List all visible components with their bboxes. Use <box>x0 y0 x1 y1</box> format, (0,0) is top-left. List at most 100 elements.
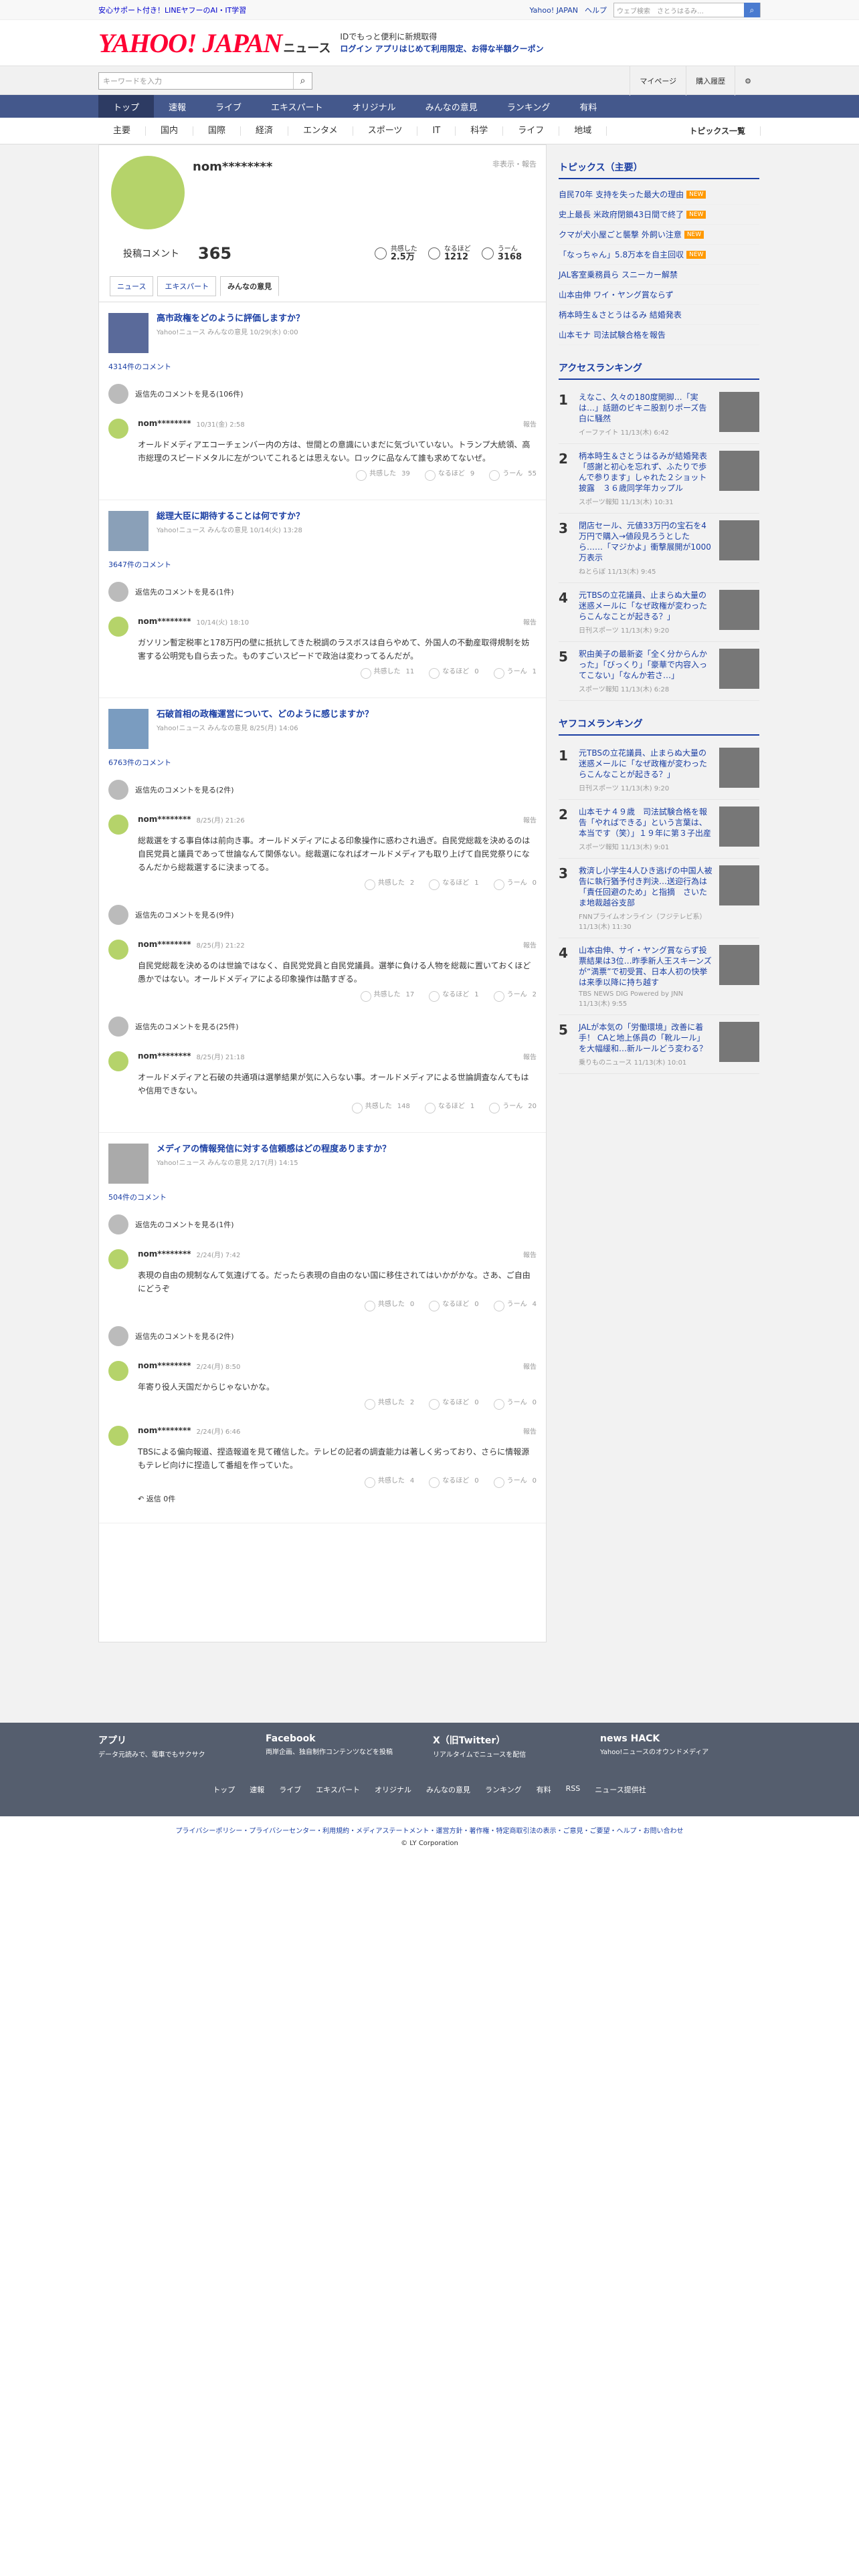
comment-author[interactable]: nom******** <box>138 1361 191 1371</box>
footer-link[interactable]: ニュース提供社 <box>595 1784 646 1795</box>
ranking-item[interactable]: 4 山本由伸、サイ・ヤング賞ならず投票結果は3位…昨季新人王スキーンズが“満票”で… <box>559 938 759 1015</box>
site-logo[interactable]: YAHOO! JAPAN ニュース <box>98 27 330 59</box>
report-link[interactable]: 報告 <box>523 1361 537 1371</box>
gnav-ranking[interactable]: ランキング <box>492 95 565 118</box>
yahoo-japan-link[interactable]: Yahoo! JAPAN <box>529 6 578 15</box>
reply-count[interactable]: ↶ 返信 0件 <box>138 1493 537 1504</box>
report-link[interactable]: 報告 <box>523 940 537 950</box>
hmm-button[interactable]: うーん 0 <box>493 1399 537 1410</box>
article-thumbnail[interactable] <box>108 709 149 749</box>
footer-link[interactable]: トップ <box>213 1784 235 1795</box>
ranking-item[interactable]: 2 山本モナ４９歳 司法試験合格を報告「やればできる」という言葉は、本当です（笑）… <box>559 800 759 859</box>
footer-link[interactable]: ライブ <box>279 1784 301 1795</box>
topic-item[interactable]: 史上最長 米政府閉鎖43日間で終了 NEW <box>559 205 759 225</box>
hide-report-link[interactable]: 非表示・報告 <box>492 158 537 169</box>
snav-item[interactable]: ライフ <box>503 126 560 136</box>
topic-item[interactable]: 山本由伸 ワイ・ヤング賞ならず <box>559 285 759 305</box>
footer-x[interactable]: X（旧Twitter） リアルタイムでニュースを配信 <box>433 1733 580 1774</box>
hmm-button[interactable]: うーん 0 <box>493 879 537 890</box>
ranking-item[interactable]: 5 釈由美子の最新姿「全く分からんかった」「びっくり」「豪華で内容入ってこない」「… <box>559 642 759 701</box>
gnav-paid[interactable]: 有料 <box>565 95 611 118</box>
insight-button[interactable]: なるほど 0 <box>429 668 479 679</box>
ranking-item[interactable]: 3 救済し小学生4人ひき逃げの中国人被告に執行猶予付き判決…送迎行為は「責任回避の… <box>559 859 759 938</box>
comment-author[interactable]: nom******** <box>138 1426 191 1436</box>
insight-button[interactable]: なるほど 0 <box>429 1399 479 1410</box>
gnav-original[interactable]: オリジナル <box>338 95 411 118</box>
report-link[interactable]: 報告 <box>523 1249 537 1259</box>
show-replies[interactable]: 返信先のコメントを見る(1件) <box>108 575 537 609</box>
footer-app[interactable]: アプリ データ元読みで、電車でもサクサク <box>98 1733 246 1774</box>
show-replies[interactable]: 返信先のコメントを見る(25件) <box>108 1010 537 1043</box>
report-link[interactable]: 報告 <box>523 815 537 825</box>
web-search[interactable]: ウェブ検索 さとうはるみ… ⌕ <box>613 3 761 17</box>
ranking-item[interactable]: 5 JALが本気の「労働環境」改善に着手！ CAと地上係員の「靴ルール」を大幅緩和… <box>559 1015 759 1074</box>
comment-author[interactable]: nom******** <box>138 815 191 825</box>
empathy-button[interactable]: 共感した 11 <box>360 668 414 679</box>
web-search-input[interactable]: ウェブ検索 さとうはるみ… <box>614 5 744 15</box>
keyword-search[interactable]: キーワードを入力 ⌕ <box>98 72 312 90</box>
empathy-button[interactable]: 共感した 39 <box>356 470 410 481</box>
article-title[interactable]: 石破首相の政権運営について、どのように感じますか？ <box>157 709 373 721</box>
report-link[interactable]: 報告 <box>523 419 537 429</box>
comment-author[interactable]: nom******** <box>138 940 191 950</box>
article-thumbnail[interactable] <box>108 1144 149 1184</box>
insight-button[interactable]: なるほど 9 <box>424 470 474 481</box>
comment-count-link[interactable]: 3647件のコメント <box>108 559 537 570</box>
snav-item[interactable]: 主要 <box>98 126 147 136</box>
promo-line1[interactable]: IDでもっと便利に新規取得 <box>340 31 543 43</box>
help-link[interactable]: ヘルプ <box>585 5 607 15</box>
insight-button[interactable]: なるほど 0 <box>429 1301 479 1311</box>
report-link[interactable]: 報告 <box>523 617 537 627</box>
empathy-button[interactable]: 共感した 2 <box>364 1399 414 1410</box>
snav-item[interactable]: エンタメ <box>288 126 353 136</box>
comment-author[interactable]: nom******** <box>138 419 191 429</box>
ranking-item[interactable]: 3 閉店セール、元値33万円の宝石を4万円で購入→値段見ろうとしたら……「マジかよ… <box>559 514 759 583</box>
article-thumbnail[interactable] <box>108 313 149 353</box>
snav-item[interactable]: 経済 <box>241 126 289 136</box>
report-link[interactable]: 報告 <box>523 1051 537 1061</box>
footer-link[interactable]: ランキング <box>485 1784 522 1795</box>
show-replies[interactable]: 返信先のコメントを見る(9件) <box>108 898 537 932</box>
hmm-button[interactable]: うーん 0 <box>493 1477 537 1488</box>
comment-author[interactable]: nom******** <box>138 1051 191 1061</box>
footer-newshack[interactable]: news HACK Yahoo!ニュースのオウンドメディア <box>600 1733 747 1774</box>
article-title[interactable]: メディアの情報発信に対する信頼感はどの程度ありますか？ <box>157 1144 391 1156</box>
keyword-input[interactable]: キーワードを入力 <box>99 76 293 86</box>
insight-button[interactable]: なるほど 0 <box>429 1477 479 1488</box>
insight-button[interactable]: なるほど 1 <box>429 991 479 1002</box>
footer-policy-links[interactable]: プライバシーポリシー・プライバシーセンター・利用規約・メディアステートメント・運… <box>0 1826 859 1838</box>
hmm-button[interactable]: うーん 2 <box>493 991 537 1002</box>
empathy-button[interactable]: 共感した 148 <box>351 1103 410 1113</box>
show-replies[interactable]: 返信先のコメントを見る(106件) <box>108 377 537 411</box>
snav-item[interactable]: スポーツ <box>353 126 418 136</box>
topic-item[interactable]: 柄本時生＆さとうはるみ 結婚発表 <box>559 305 759 325</box>
hmm-button[interactable]: うーん 55 <box>489 470 537 481</box>
search-icon[interactable]: ⌕ <box>293 73 312 89</box>
report-link[interactable]: 報告 <box>523 1426 537 1436</box>
snav-item[interactable]: 科学 <box>456 126 504 136</box>
gnav-expert[interactable]: エキスパート <box>256 95 338 118</box>
show-replies[interactable]: 返信先のコメントを見る(2件) <box>108 773 537 807</box>
article-thumbnail[interactable] <box>108 511 149 551</box>
purchase-history-link[interactable]: 購入履歴 <box>686 66 735 96</box>
snav-item[interactable]: IT <box>417 126 456 136</box>
snav-item[interactable]: 国内 <box>146 126 194 136</box>
show-replies[interactable]: 返信先のコメントを見る(1件) <box>108 1208 537 1241</box>
gnav-breaking[interactable]: 速報 <box>154 95 201 118</box>
ranking-item[interactable]: 1 えなこ、久々の180度開脚…「実は…」話題のビキニ股割りポーズ告白に騒然 イーフ… <box>559 385 759 444</box>
comment-count-link[interactable]: 6763件のコメント <box>108 757 537 768</box>
gear-icon[interactable]: ⚙ <box>735 66 761 96</box>
footer-link[interactable]: オリジナル <box>375 1784 411 1795</box>
empathy-button[interactable]: 共感した 17 <box>360 991 414 1002</box>
hmm-button[interactable]: うーん 20 <box>489 1103 537 1113</box>
empathy-button[interactable]: 共感した 4 <box>364 1477 414 1488</box>
show-replies[interactable]: 返信先のコメントを見る(2件) <box>108 1319 537 1353</box>
article-title[interactable]: 総理大臣に期待することは何ですか？ <box>157 511 304 523</box>
tab-expert[interactable]: エキスパート <box>157 276 217 296</box>
article-title[interactable]: 高市政権をどのように評価しますか？ <box>157 313 304 325</box>
topic-item[interactable]: 「なっちゃん」5.8万本を自主回収 NEW <box>559 245 759 265</box>
insight-button[interactable]: なるほど 1 <box>424 1103 474 1113</box>
topic-item[interactable]: 山本モナ 司法試験合格を報告 <box>559 325 759 345</box>
empathy-button[interactable]: 共感した 0 <box>364 1301 414 1311</box>
comment-count-link[interactable]: 504件のコメント <box>108 1192 537 1202</box>
